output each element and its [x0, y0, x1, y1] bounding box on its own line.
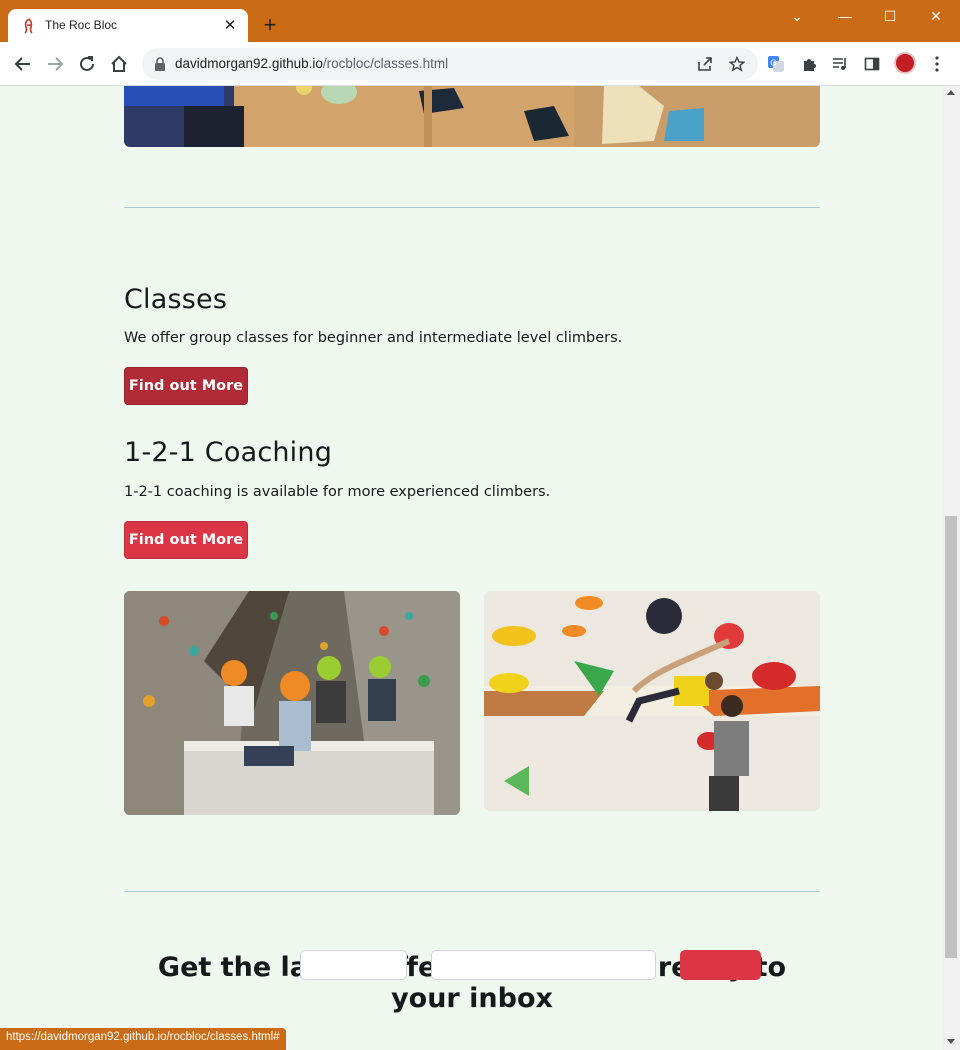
browser-titlebar: The Roc Bloc ✕ + ⌄ — ☐ ✕: [0, 0, 960, 43]
url-text: davidmorgan92.github.io/rocbloc/classes.…: [175, 56, 448, 71]
browser-tab[interactable]: The Roc Bloc ✕: [8, 9, 248, 43]
kids-climbing-class-photo: [124, 591, 460, 815]
url-host: davidmorgan92.github.io: [175, 56, 323, 71]
bookmark-star-icon[interactable]: [727, 54, 747, 74]
coaching-description: 1-2-1 coaching is available for more exp…: [124, 484, 551, 500]
coaching-find-out-more-button[interactable]: Find out More: [124, 521, 248, 559]
tab-title: The Roc Bloc: [45, 18, 118, 32]
extensions-puzzle-icon[interactable]: [798, 53, 820, 75]
newsletter-name-input[interactable]: [300, 950, 407, 980]
address-bar[interactable]: davidmorgan92.github.io/rocbloc/classes.…: [142, 48, 758, 80]
tab-search-chevron-icon[interactable]: ⌄: [782, 6, 812, 26]
profile-avatar[interactable]: [894, 52, 916, 74]
translate-extension-icon[interactable]: G: [765, 53, 787, 75]
classes-heading: Classes: [124, 284, 228, 315]
scroll-up-arrow-icon[interactable]: [947, 90, 955, 95]
page-viewport: Classes We offer group classes for begin…: [0, 86, 943, 1050]
back-button[interactable]: [10, 51, 36, 77]
tab-close-icon[interactable]: ✕: [220, 15, 240, 35]
maximize-button[interactable]: ☐: [875, 6, 905, 26]
classes-find-out-more-button[interactable]: Find out More: [124, 367, 248, 405]
status-bar-link-preview: https://davidmorgan92.github.io/rocbloc/…: [0, 1028, 286, 1050]
share-icon[interactable]: [695, 54, 715, 74]
forward-button[interactable]: [42, 51, 68, 77]
browser-toolbar: davidmorgan92.github.io/rocbloc/classes.…: [0, 42, 960, 86]
media-control-icon[interactable]: [829, 53, 851, 75]
home-button[interactable]: [106, 51, 132, 77]
section-divider: [124, 207, 820, 208]
climbing-wall-hero-image: [124, 86, 820, 147]
back-arrow-icon: [14, 57, 30, 71]
bouldering-wall-photo: [484, 591, 820, 811]
coaching-heading: 1-2-1 Coaching: [124, 437, 333, 468]
minimize-button[interactable]: —: [830, 6, 860, 26]
svg-text:G: G: [770, 59, 776, 68]
close-window-button[interactable]: ✕: [921, 6, 951, 26]
forward-arrow-icon: [48, 57, 64, 71]
new-tab-button[interactable]: +: [258, 13, 282, 37]
browser-menu-icon[interactable]: [926, 53, 948, 75]
side-panel-icon[interactable]: [861, 53, 883, 75]
url-path: /rocbloc/classes.html: [322, 56, 449, 71]
roc-bloc-favicon-icon: [24, 18, 33, 34]
scroll-thumb[interactable]: [945, 516, 957, 958]
reload-button[interactable]: [74, 51, 100, 77]
section-divider: [124, 891, 820, 892]
classes-description: We offer group classes for beginner and …: [124, 330, 623, 346]
reload-icon: [80, 56, 94, 71]
home-icon: [111, 55, 127, 72]
newsletter-submit-button[interactable]: [680, 950, 761, 980]
scroll-down-arrow-icon[interactable]: [947, 1039, 955, 1044]
page-scrollbar[interactable]: [943, 86, 960, 1050]
newsletter-email-input[interactable]: [431, 950, 656, 980]
lock-icon: [155, 57, 165, 71]
